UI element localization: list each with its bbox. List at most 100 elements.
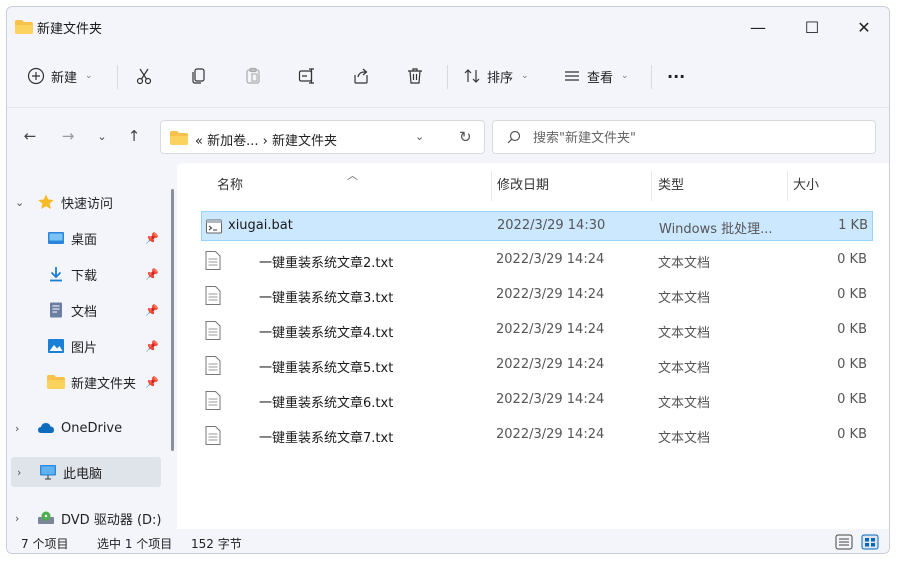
minimize-button[interactable]: — (735, 13, 781, 41)
folder-icon (47, 375, 65, 389)
folder-icon (15, 20, 33, 34)
navigation-pane: ⌄ 快速访问 桌面 📌 下载 📌 文档 📌 图片 📌 新建文件夹 📌 › One… (7, 163, 175, 529)
text-file-icon (205, 251, 221, 270)
sidebar-item-pictures[interactable]: 图片 📌 (7, 331, 163, 361)
chevron-down-icon[interactable]: ⌄ (415, 130, 424, 143)
column-header-date[interactable]: 修改日期 (497, 163, 549, 203)
large-icons-view-icon[interactable] (861, 534, 879, 550)
file-size: 0 KB (837, 252, 867, 267)
sidebar-item-label: 此电脑 (63, 466, 103, 482)
sidebar-scrollbar[interactable] (171, 189, 174, 451)
back-button[interactable]: ← (19, 125, 41, 147)
item-count: 7 个项目 (21, 537, 69, 551)
breadcrumb[interactable]: « 新加卷... › 新建文件夹 (195, 130, 337, 149)
sidebar-item-downloads[interactable]: 下载 📌 (7, 259, 163, 289)
copy-button[interactable] (190, 63, 208, 89)
sidebar-item-this-pc[interactable]: › 此电脑 (11, 457, 161, 487)
sidebar-item-label: 快速访问 (61, 196, 114, 212)
file-name: 一键重装系统文章6.txt (259, 396, 394, 411)
sidebar-item-label: 图片 (71, 340, 98, 356)
file-size: 0 KB (837, 322, 867, 337)
pin-icon[interactable]: 📌 (145, 232, 159, 245)
sidebar-item-new-folder[interactable]: 新建文件夹 📌 (7, 367, 163, 397)
text-file-icon (205, 286, 221, 305)
chevron-down-icon: ⌄ (621, 71, 629, 81)
toolbar-divider (117, 65, 118, 89)
pin-icon[interactable]: 📌 (145, 304, 159, 317)
cut-button[interactable] (135, 63, 153, 89)
star-icon (38, 194, 54, 209)
file-date: 2022/3/29 14:24 (496, 357, 605, 372)
close-button[interactable]: ✕ (841, 13, 887, 41)
sidebar-item-onedrive[interactable]: › OneDrive (7, 413, 163, 443)
file-type: 文本文档 (658, 396, 711, 411)
delete-button[interactable] (406, 63, 424, 89)
share-icon (354, 68, 368, 84)
table-row[interactable]: 一键重装系统文章3.txt 2022/3/29 14:24 文本文档 0 KB (201, 281, 873, 311)
address-row: ← → ⌄ ↑ « 新加卷... › 新建文件夹 ⌄ ↻ (7, 107, 889, 161)
maximize-button[interactable]: ☐ (789, 13, 835, 41)
status-bar: 7 个项目 选中 1 个项目 152 字节 (7, 529, 889, 553)
file-size: 1 KB (838, 218, 868, 233)
pin-icon[interactable]: 📌 (145, 268, 159, 281)
file-date: 2022/3/29 14:24 (496, 322, 605, 337)
copy-icon (192, 68, 205, 84)
recent-locations-button[interactable]: ⌄ (91, 125, 113, 147)
dvd-drive-icon (38, 511, 54, 524)
chevron-right-icon[interactable]: › (15, 512, 19, 525)
more-button[interactable]: ··· (667, 63, 685, 89)
details-view-icon[interactable] (835, 534, 853, 550)
refresh-icon[interactable]: ↻ (459, 128, 472, 146)
table-row[interactable]: 一键重装系统文章2.txt 2022/3/29 14:24 文本文档 0 KB (201, 246, 873, 276)
forward-button[interactable]: → (57, 125, 79, 147)
rename-button[interactable] (298, 63, 316, 89)
file-name: 一键重装系统文章2.txt (259, 256, 394, 271)
column-header-name[interactable]: 名称 (217, 163, 243, 203)
table-row[interactable]: 一键重装系统文章7.txt 2022/3/29 14:24 文本文档 0 KB (201, 421, 873, 451)
address-bar[interactable]: « 新加卷... › 新建文件夹 ⌄ ↻ (160, 120, 485, 154)
column-divider[interactable] (787, 171, 788, 201)
picture-icon (48, 339, 64, 353)
new-button[interactable]: 新建 ⌄ (27, 63, 93, 89)
file-size: 0 KB (837, 287, 867, 302)
file-name: 一键重装系统文章4.txt (259, 326, 394, 341)
table-row[interactable]: 一键重装系统文章6.txt 2022/3/29 14:24 文本文档 0 KB (201, 386, 873, 416)
file-size: 0 KB (837, 357, 867, 372)
table-row[interactable]: 一键重装系统文章5.txt 2022/3/29 14:24 文本文档 0 KB (201, 351, 873, 381)
chevron-down-icon[interactable]: ⌄ (15, 196, 24, 209)
sidebar-item-desktop[interactable]: 桌面 📌 (7, 223, 163, 253)
file-name: 一键重装系统文章3.txt (259, 291, 394, 306)
pin-icon[interactable]: 📌 (145, 376, 159, 389)
sort-ascending-icon: ︿ (347, 169, 358, 182)
pin-icon[interactable]: 📌 (145, 340, 159, 353)
chevron-right-icon[interactable]: › (15, 422, 19, 435)
search-box[interactable] (492, 120, 876, 154)
folder-icon (170, 131, 188, 145)
chevron-right-icon[interactable]: › (17, 466, 21, 479)
file-type: 文本文档 (658, 326, 711, 341)
file-list: ︿ 名称 修改日期 类型 大小 xiugai.bat 2022/3/29 14:… (177, 163, 889, 529)
column-header-size[interactable]: 大小 (793, 163, 819, 203)
command-bar: 新建 ⌄ 排序 ⌄ 查看 ⌄ ··· (7, 49, 889, 103)
sort-button[interactable]: 排序 ⌄ (463, 63, 529, 89)
column-header-type[interactable]: 类型 (658, 163, 684, 203)
text-file-icon (205, 321, 221, 340)
file-size: 0 KB (837, 427, 867, 442)
column-divider[interactable] (491, 171, 492, 201)
up-button[interactable]: ↑ (123, 125, 145, 147)
share-button[interactable] (352, 63, 370, 89)
column-divider[interactable] (651, 171, 652, 201)
table-row[interactable]: xiugai.bat 2022/3/29 14:30 Windows 批处理..… (201, 211, 873, 241)
search-input[interactable] (533, 128, 853, 148)
view-label: 查看 (587, 70, 614, 86)
sidebar-item-label: 新建文件夹 (71, 376, 137, 392)
sidebar-item-quick-access[interactable]: ⌄ 快速访问 (7, 187, 163, 217)
view-button[interactable]: 查看 ⌄ (563, 63, 629, 89)
text-file-icon (205, 391, 221, 410)
sidebar-item-documents[interactable]: 文档 📌 (7, 295, 163, 325)
table-row[interactable]: 一键重装系统文章4.txt 2022/3/29 14:24 文本文档 0 KB (201, 316, 873, 346)
selection-count: 选中 1 个项目 (97, 537, 173, 551)
text-file-icon (205, 356, 221, 375)
paste-button[interactable] (244, 63, 262, 89)
file-name: 一键重装系统文章7.txt (259, 431, 394, 446)
